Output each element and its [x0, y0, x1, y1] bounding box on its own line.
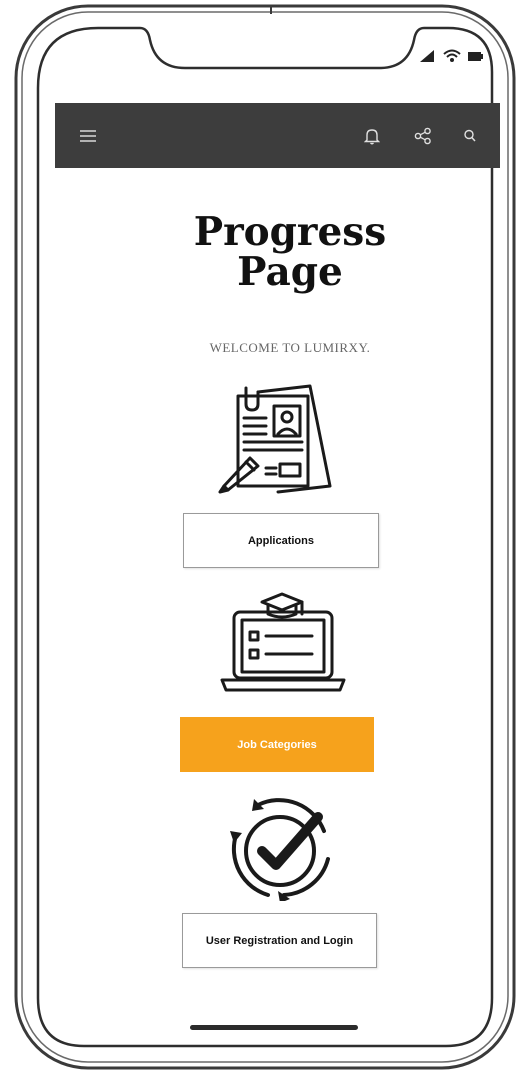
- wifi-icon: [443, 49, 461, 62]
- search-button[interactable]: [455, 121, 485, 151]
- share-icon: [414, 127, 431, 145]
- application-form-icon: [218, 384, 332, 494]
- signal-icon: [420, 50, 434, 62]
- job-categories-button[interactable]: Job Categories: [180, 717, 374, 772]
- user-registration-login-button[interactable]: User Registration and Login: [182, 913, 377, 968]
- share-button[interactable]: [408, 121, 438, 151]
- menu-icon: [80, 130, 96, 142]
- search-icon: [464, 129, 476, 142]
- applications-button[interactable]: Applications: [183, 513, 379, 568]
- page-title: Progress Page: [193, 209, 387, 295]
- circular-check-icon: [230, 798, 330, 901]
- battery-icon: [468, 52, 483, 61]
- status-bar: [420, 49, 483, 62]
- laptop-graduation-icon: [220, 592, 346, 692]
- welcome-text: WELCOME TO LUMIRXY.: [209, 340, 371, 355]
- notifications-button[interactable]: [357, 121, 387, 151]
- app-bar: [55, 103, 500, 168]
- home-indicator[interactable]: [190, 1025, 358, 1030]
- bell-icon: [364, 129, 380, 145]
- menu-button[interactable]: [73, 121, 103, 151]
- applications-button-label: Applications: [247, 534, 314, 547]
- job-categories-button-label: Job Categories: [237, 738, 317, 751]
- user-registration-login-button-label: User Registration and Login: [205, 934, 354, 947]
